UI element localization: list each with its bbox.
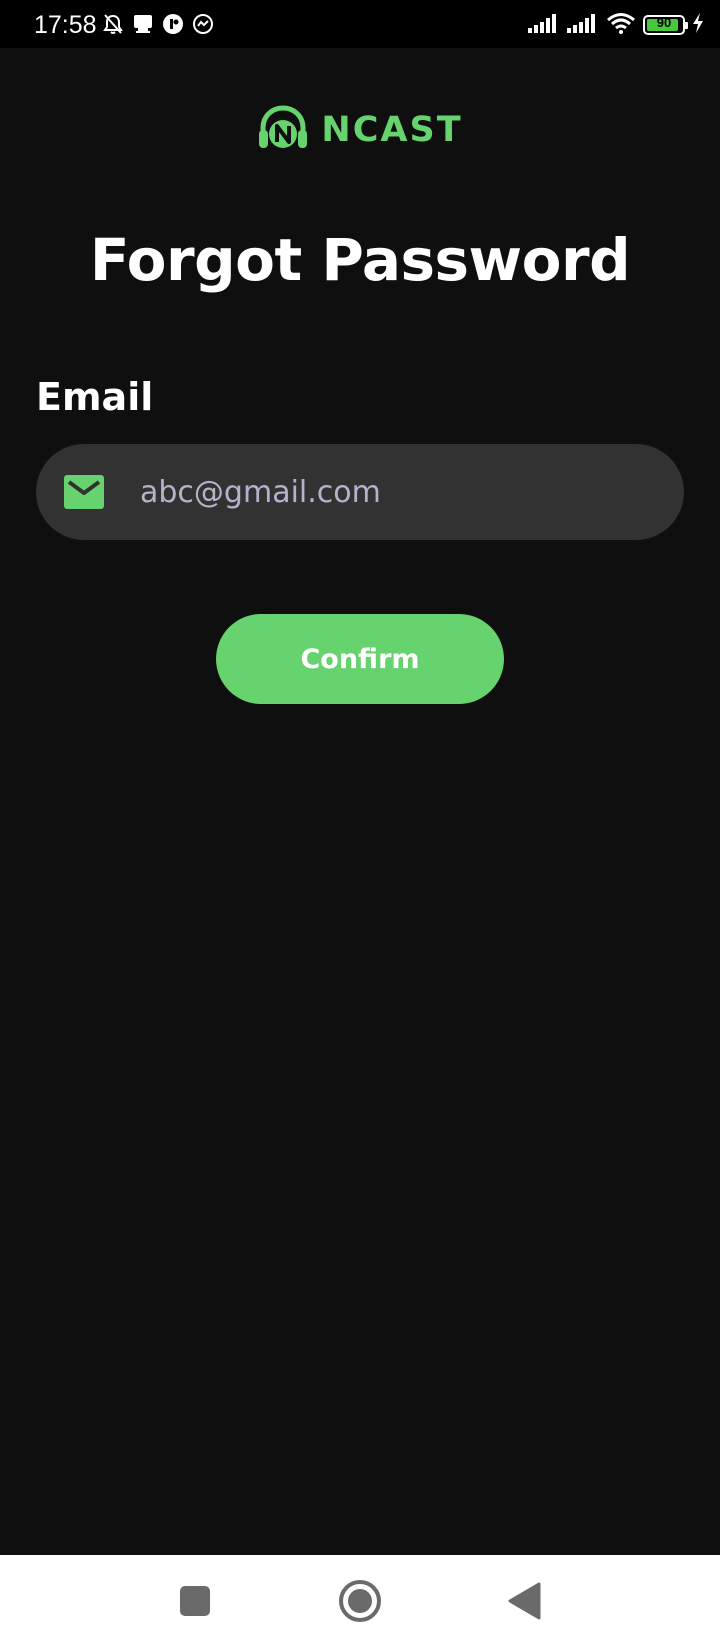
messenger-icon	[192, 13, 214, 39]
email-input[interactable]	[140, 464, 660, 520]
notification-icon	[132, 13, 154, 39]
status-left-icons	[102, 13, 214, 39]
back-button[interactable]	[484, 1555, 564, 1650]
square-icon	[179, 1585, 211, 1621]
page-title: Forgot Password	[89, 226, 631, 294]
status-bar: 17:58 90	[0, 0, 720, 48]
status-right-icons: 90	[528, 12, 704, 38]
status-time: 17:58	[34, 11, 97, 39]
home-button[interactable]	[320, 1555, 400, 1650]
app-icon	[162, 13, 184, 39]
wifi-icon	[606, 12, 636, 38]
headphones-icon	[257, 104, 309, 156]
navigation-bar	[0, 1555, 720, 1650]
signal-icon	[528, 13, 560, 37]
email-field[interactable]	[36, 444, 684, 540]
mail-icon	[64, 475, 104, 509]
circle-icon	[338, 1579, 382, 1627]
logo-text: NCAST	[321, 110, 463, 150]
recents-button[interactable]	[155, 1555, 235, 1650]
confirm-button[interactable]: Confirm	[216, 614, 504, 704]
battery-icon: 90	[643, 15, 688, 35]
email-label: Email	[36, 375, 154, 419]
back-triangle-icon	[507, 1582, 541, 1624]
charging-icon	[692, 13, 704, 37]
signal-icon	[567, 13, 599, 37]
bell-off-icon	[102, 13, 124, 39]
app-logo: NCAST	[0, 104, 720, 156]
battery-level: 90	[656, 15, 672, 30]
